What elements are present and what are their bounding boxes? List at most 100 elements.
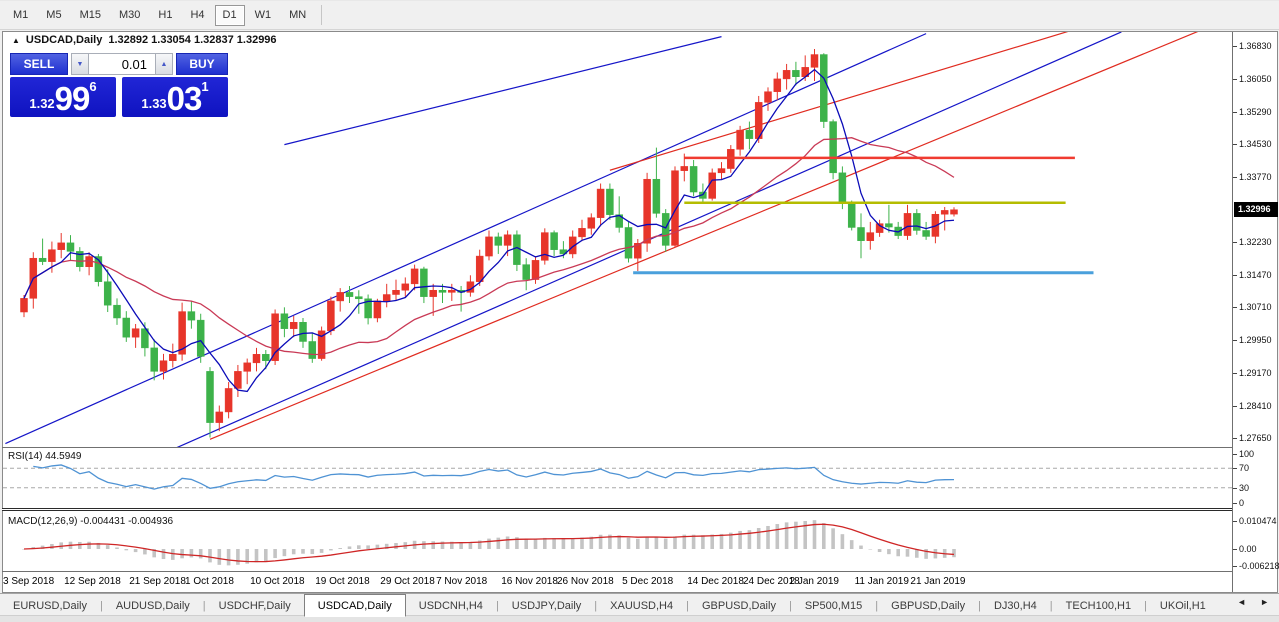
date-axis-label: 16 Nov 2018 [501, 576, 558, 587]
date-axis-label: 26 Nov 2018 [557, 576, 614, 587]
toolbar-separator [321, 5, 322, 25]
tab-usdchf-daily[interactable]: USDCHF,Daily [206, 595, 304, 616]
timeframe-button-m1[interactable]: M1 [5, 5, 36, 26]
chart-tabs: EURUSD,Daily|AUDUSD,Daily|USDCHF,DailyUS… [0, 594, 1219, 616]
volume-increase-button[interactable]: ▲ [155, 53, 173, 75]
macd-axis-label: 0.00 [1239, 544, 1257, 554]
buy-price-big-digits: 03 [167, 84, 202, 114]
tab-xauusd-h4[interactable]: XAUUSD,H4 [597, 595, 686, 616]
macd-axis-label: 0.010474 [1239, 516, 1277, 526]
price-axis-label: 1.27650 [1239, 433, 1272, 443]
rsi-axis-label: 70 [1239, 463, 1249, 473]
chart-title: ▲ USDCAD,Daily 1.32892 1.33054 1.32837 1… [12, 34, 277, 46]
timeframe-button-mn[interactable]: MN [281, 5, 314, 26]
timeframe-button-m5[interactable]: M5 [38, 5, 69, 26]
price-axis-label: 1.36830 [1239, 41, 1272, 51]
buy-price-prefix: 1.33 [141, 96, 166, 111]
sell-price-display[interactable]: 1.32 99 6 [10, 77, 116, 117]
price-axis-label: 1.29170 [1239, 368, 1272, 378]
date-axis-label: 5 Dec 2018 [622, 576, 673, 587]
timeframe-button-w1[interactable]: W1 [247, 5, 280, 26]
tab-gbpusd-daily[interactable]: GBPUSD,Daily [878, 595, 978, 616]
date-axis-label: 14 Dec 2018 [687, 576, 744, 587]
price-axis-label: 1.33770 [1239, 172, 1272, 182]
axis-tick [1233, 177, 1237, 178]
timeframe-button-m30[interactable]: M30 [111, 5, 148, 26]
sell-price-big-digits: 99 [55, 84, 90, 114]
price-axis-label: 1.34530 [1239, 139, 1272, 149]
axis-tick [1233, 242, 1237, 243]
sell-price-prefix: 1.32 [29, 96, 54, 111]
axis-tick [1233, 340, 1237, 341]
sell-button[interactable]: SELL [10, 53, 68, 75]
tab-audusd-daily[interactable]: AUDUSD,Daily [103, 595, 203, 616]
chart-ohlc-values: 1.32892 1.33054 1.32837 1.32996 [108, 34, 276, 46]
timeframe-button-d1[interactable]: D1 [215, 5, 245, 26]
timeframe-button-m15[interactable]: M15 [72, 5, 109, 26]
rsi-axis-label: 30 [1239, 483, 1249, 493]
timeframe-toolbar: M1M5M15M30H1H4D1W1MN [0, 1, 1279, 30]
tab-usdcad-daily-active[interactable]: USDCAD,Daily [304, 594, 406, 617]
date-axis-label: 21 Jan 2019 [910, 576, 965, 587]
price-axis-label: 1.28410 [1239, 401, 1272, 411]
tab-ukoil-h1[interactable]: UKOil,H1 [1147, 595, 1219, 616]
axis-tick [1233, 373, 1237, 374]
trading-terminal: M1M5M15M30H1H4D1W1MN ▲ USDCAD,Daily 1.32… [0, 0, 1279, 622]
timeframe-button-h1[interactable]: H1 [150, 5, 180, 26]
rsi-axis-label: 100 [1239, 449, 1254, 459]
axis-tick [1233, 144, 1237, 145]
rsi-indicator-pane[interactable] [3, 448, 1232, 508]
price-axis-label: 1.29950 [1239, 335, 1272, 345]
buy-button[interactable]: BUY [176, 53, 228, 75]
axis-tick [1233, 46, 1237, 47]
macd-axis-label: -0.006218 [1239, 561, 1279, 571]
chart-symbol-label: USDCAD,Daily [26, 34, 102, 46]
date-axis-label: 1 Oct 2018 [185, 576, 234, 587]
axis-tick [1233, 454, 1237, 455]
tab-scroll-right-icon[interactable]: ► [1260, 597, 1269, 607]
axis-tick [1233, 503, 1237, 504]
axis-tick [1233, 488, 1237, 489]
timeframe-button-h4[interactable]: H4 [182, 5, 212, 26]
macd-indicator-pane[interactable] [3, 513, 1232, 571]
volume-input[interactable] [89, 53, 155, 75]
tab-scroll-left-icon[interactable]: ◄ [1237, 597, 1246, 607]
tab-sp500-m15[interactable]: SP500,M15 [792, 595, 875, 616]
tab-usdjpy-daily[interactable]: USDJPY,Daily [499, 595, 595, 616]
date-axis-label: 12 Sep 2018 [64, 576, 121, 587]
axis-tick [1233, 79, 1237, 80]
collapse-arrow-icon[interactable]: ▲ [12, 36, 20, 45]
tab-eurusd-daily[interactable]: EURUSD,Daily [0, 595, 100, 616]
chart-tab-bar: EURUSD,Daily|AUDUSD,Daily|USDCHF,DailyUS… [0, 593, 1279, 622]
price-axis-label: 1.32230 [1239, 237, 1272, 247]
tab-gbpusd-daily[interactable]: GBPUSD,Daily [689, 595, 789, 616]
price-axis-label: 1.35290 [1239, 107, 1272, 117]
timeframe-buttons: M1M5M15M30H1H4D1W1MN [4, 5, 315, 26]
current-price-badge: 1.32996 [1234, 202, 1278, 217]
price-axis: 1.368301.360501.352901.345301.337701.322… [1232, 32, 1277, 592]
axis-tick [1233, 438, 1237, 439]
tab-usdcnh-h4[interactable]: USDCNH,H4 [406, 595, 496, 616]
date-axis-label: 3 Sep 2018 [3, 576, 54, 587]
buy-price-display[interactable]: 1.33 03 1 [122, 77, 228, 117]
sell-price-pipette: 6 [89, 79, 96, 94]
rsi-label: RSI(14) 44.5949 [8, 451, 81, 462]
rsi-axis-label: 0 [1239, 498, 1244, 508]
axis-tick [1233, 468, 1237, 469]
pane-splitter[interactable] [2, 508, 1233, 511]
tab-tech100-h1[interactable]: TECH100,H1 [1053, 595, 1144, 616]
volume-decrease-button[interactable]: ▼ [71, 53, 89, 75]
tab-scroll-buttons: ◄ ► [1237, 597, 1269, 607]
tab-bar-band [0, 615, 1279, 622]
axis-tick [1233, 566, 1237, 567]
date-axis-label: 7 Nov 2018 [436, 576, 487, 587]
price-axis-label: 1.31470 [1239, 270, 1272, 280]
axis-tick [1233, 275, 1237, 276]
tab-dj30-h4[interactable]: DJ30,H4 [981, 595, 1050, 616]
date-axis-label: 2 Jan 2019 [790, 576, 840, 587]
macd-label: MACD(12,26,9) -0.004431 -0.004936 [8, 516, 173, 527]
axis-tick [1233, 112, 1237, 113]
date-axis-label: 21 Sep 2018 [129, 576, 186, 587]
date-axis-label: 11 Jan 2019 [855, 576, 909, 587]
one-click-trade-panel: SELL ▼ ▲ BUY 1.32 99 6 1.33 03 1 [10, 53, 228, 117]
